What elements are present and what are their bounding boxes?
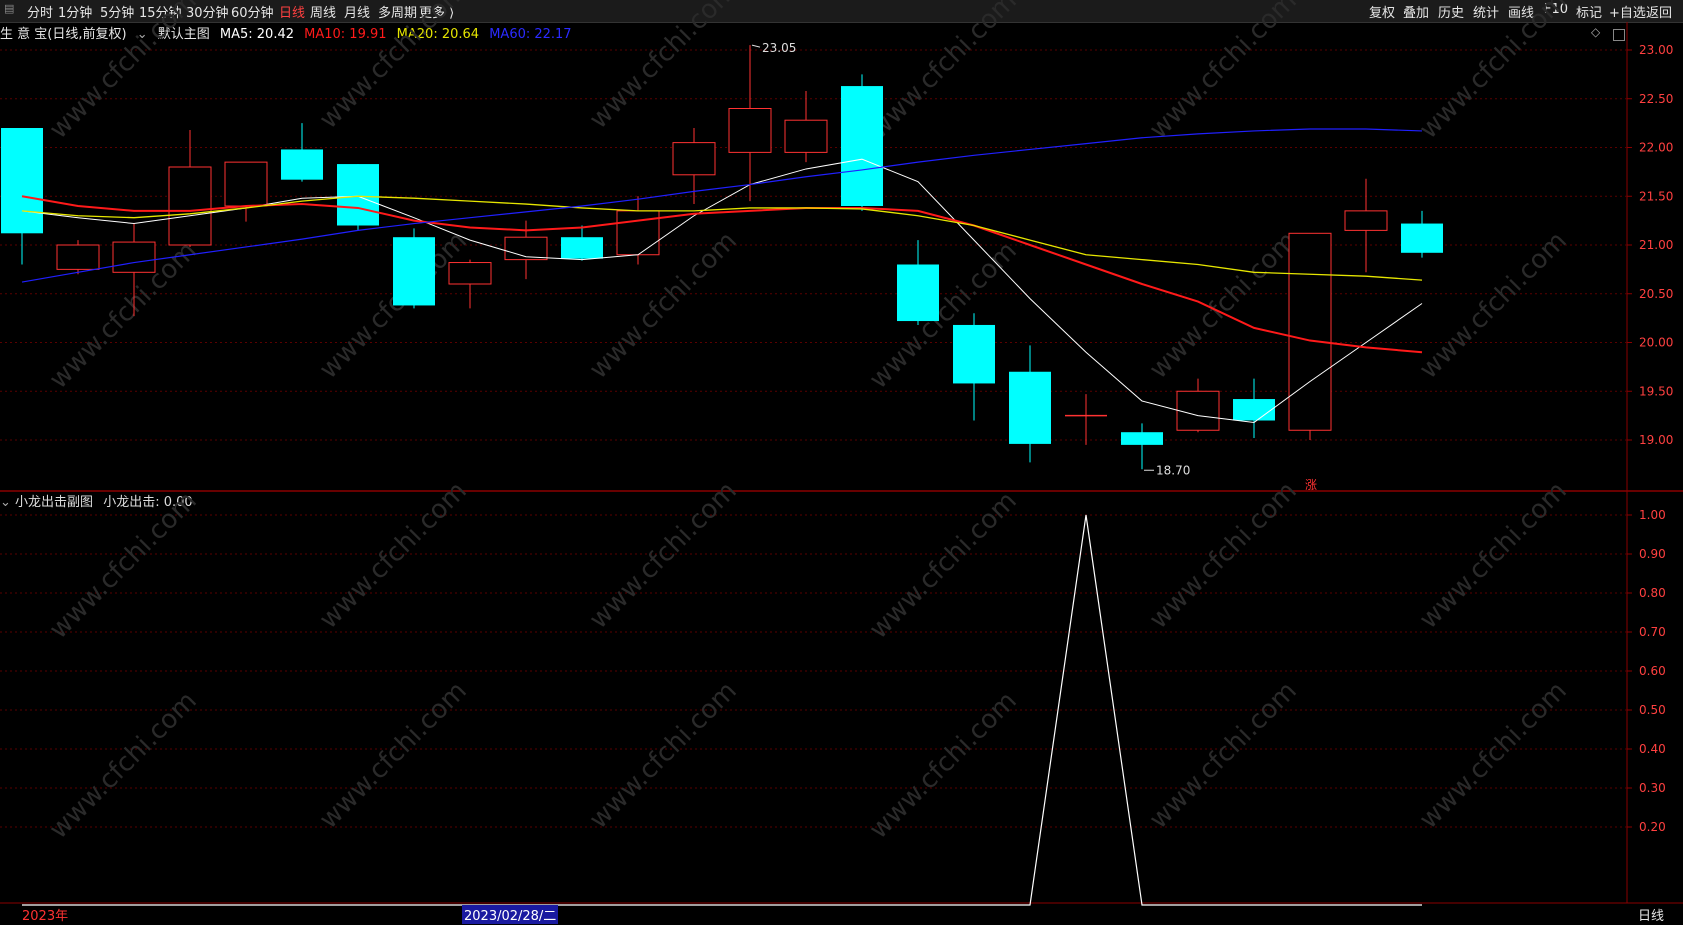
watermark-text: www.cfchi.com <box>864 236 1023 395</box>
y-tick-label: 21.50 <box>1639 189 1673 203</box>
watermark-text: www.cfchi.com <box>584 476 743 635</box>
candle-body-down <box>281 149 323 180</box>
candle-body-up <box>168 166 212 246</box>
watermark-text: www.cfchi.com <box>44 0 203 145</box>
watermark-text: www.cfchi.com <box>584 676 743 835</box>
candle-body-up <box>672 142 716 176</box>
candle-body-down <box>1401 223 1443 253</box>
y-tick-label: 22.00 <box>1639 141 1673 155</box>
y-tick-label: 1.00 <box>1639 508 1666 522</box>
high-price-label: 23.05 <box>762 41 796 55</box>
watermark-text: www.cfchi.com <box>314 0 473 135</box>
y-tick-label: 21.00 <box>1639 238 1673 252</box>
candle-body-up <box>1344 210 1388 231</box>
candle-body-down <box>1121 432 1163 445</box>
candle-body-up <box>1176 390 1220 431</box>
signal-marker: 涨 <box>1305 477 1317 492</box>
watermark-text: www.cfchi.com <box>1414 676 1573 835</box>
watermark-text: www.cfchi.com <box>584 226 743 385</box>
candle-body-up <box>112 241 156 273</box>
y-tick-label: 22.50 <box>1639 92 1673 106</box>
candle-body-down <box>1009 371 1051 444</box>
y-tick-label: 19.00 <box>1639 433 1673 447</box>
watermark-text: www.cfchi.com <box>44 486 203 645</box>
y-tick-label: 23.00 <box>1639 43 1673 57</box>
candle-body-up <box>224 161 268 207</box>
low-price-label: 18.70 <box>1156 463 1190 477</box>
watermark-text: www.cfchi.com <box>1144 226 1303 385</box>
y-tick-label: 0.30 <box>1639 781 1666 795</box>
candle-body-down <box>561 237 603 259</box>
watermark-text: www.cfchi.com <box>1144 476 1303 635</box>
year-label: 2023年 <box>22 909 69 924</box>
candle-body-down <box>1 128 43 234</box>
watermark-text: www.cfchi.com <box>1144 0 1303 145</box>
y-tick-label: 0.20 <box>1639 820 1666 834</box>
kline-chart[interactable]: 23.00 22.50 22.00 21.50 21.00 20.50 20.00 19.50… <box>0 0 1683 925</box>
watermark-text: www.cfchi.com <box>584 0 743 135</box>
period-label[interactable]: 日线 <box>1638 905 1664 924</box>
watermark-text: www.cfchi.com <box>314 676 473 835</box>
y-tick-label: 0.50 <box>1639 703 1666 717</box>
y-tick-label: 0.40 <box>1639 742 1666 756</box>
watermark-text: www.cfchi.com <box>1414 476 1573 635</box>
candle-body-down <box>337 164 379 226</box>
candle-body-down <box>897 264 939 322</box>
candle-body-down <box>393 237 435 306</box>
candle-body-down <box>953 324 995 384</box>
y-tick-label: 0.80 <box>1639 586 1666 600</box>
y-tick-label: 19.50 <box>1639 384 1673 398</box>
candle-body-up <box>728 108 772 153</box>
y-tick-label: 0.70 <box>1639 625 1666 639</box>
candle-body-up <box>616 210 660 256</box>
y-tick-label: 0.90 <box>1639 547 1666 561</box>
watermark-text: www.cfchi.com <box>1144 676 1303 835</box>
y-tick-label: 0.60 <box>1639 664 1666 678</box>
watermark-text: www.cfchi.com <box>864 486 1023 645</box>
candle-body-up <box>56 244 100 270</box>
cursor-date-label: 2023/02/28/二 <box>462 905 559 924</box>
watermark-text: www.cfchi.com <box>864 0 1023 145</box>
watermark-text: www.cfchi.com <box>44 686 203 845</box>
watermark-text: www.cfchi.com <box>864 686 1023 845</box>
high-pointer <box>751 44 761 48</box>
candle-body-down <box>1233 399 1275 421</box>
y-tick-label: 20.00 <box>1639 336 1673 350</box>
watermark-text: www.cfchi.com <box>314 476 473 635</box>
candle-body-up <box>1288 232 1332 431</box>
candle-body-up <box>448 262 492 285</box>
y-tick-label: 20.50 <box>1639 287 1673 301</box>
watermark-text: www.cfchi.com <box>1414 0 1573 145</box>
candle-body-down <box>841 86 883 206</box>
candle-body-up <box>784 119 828 153</box>
